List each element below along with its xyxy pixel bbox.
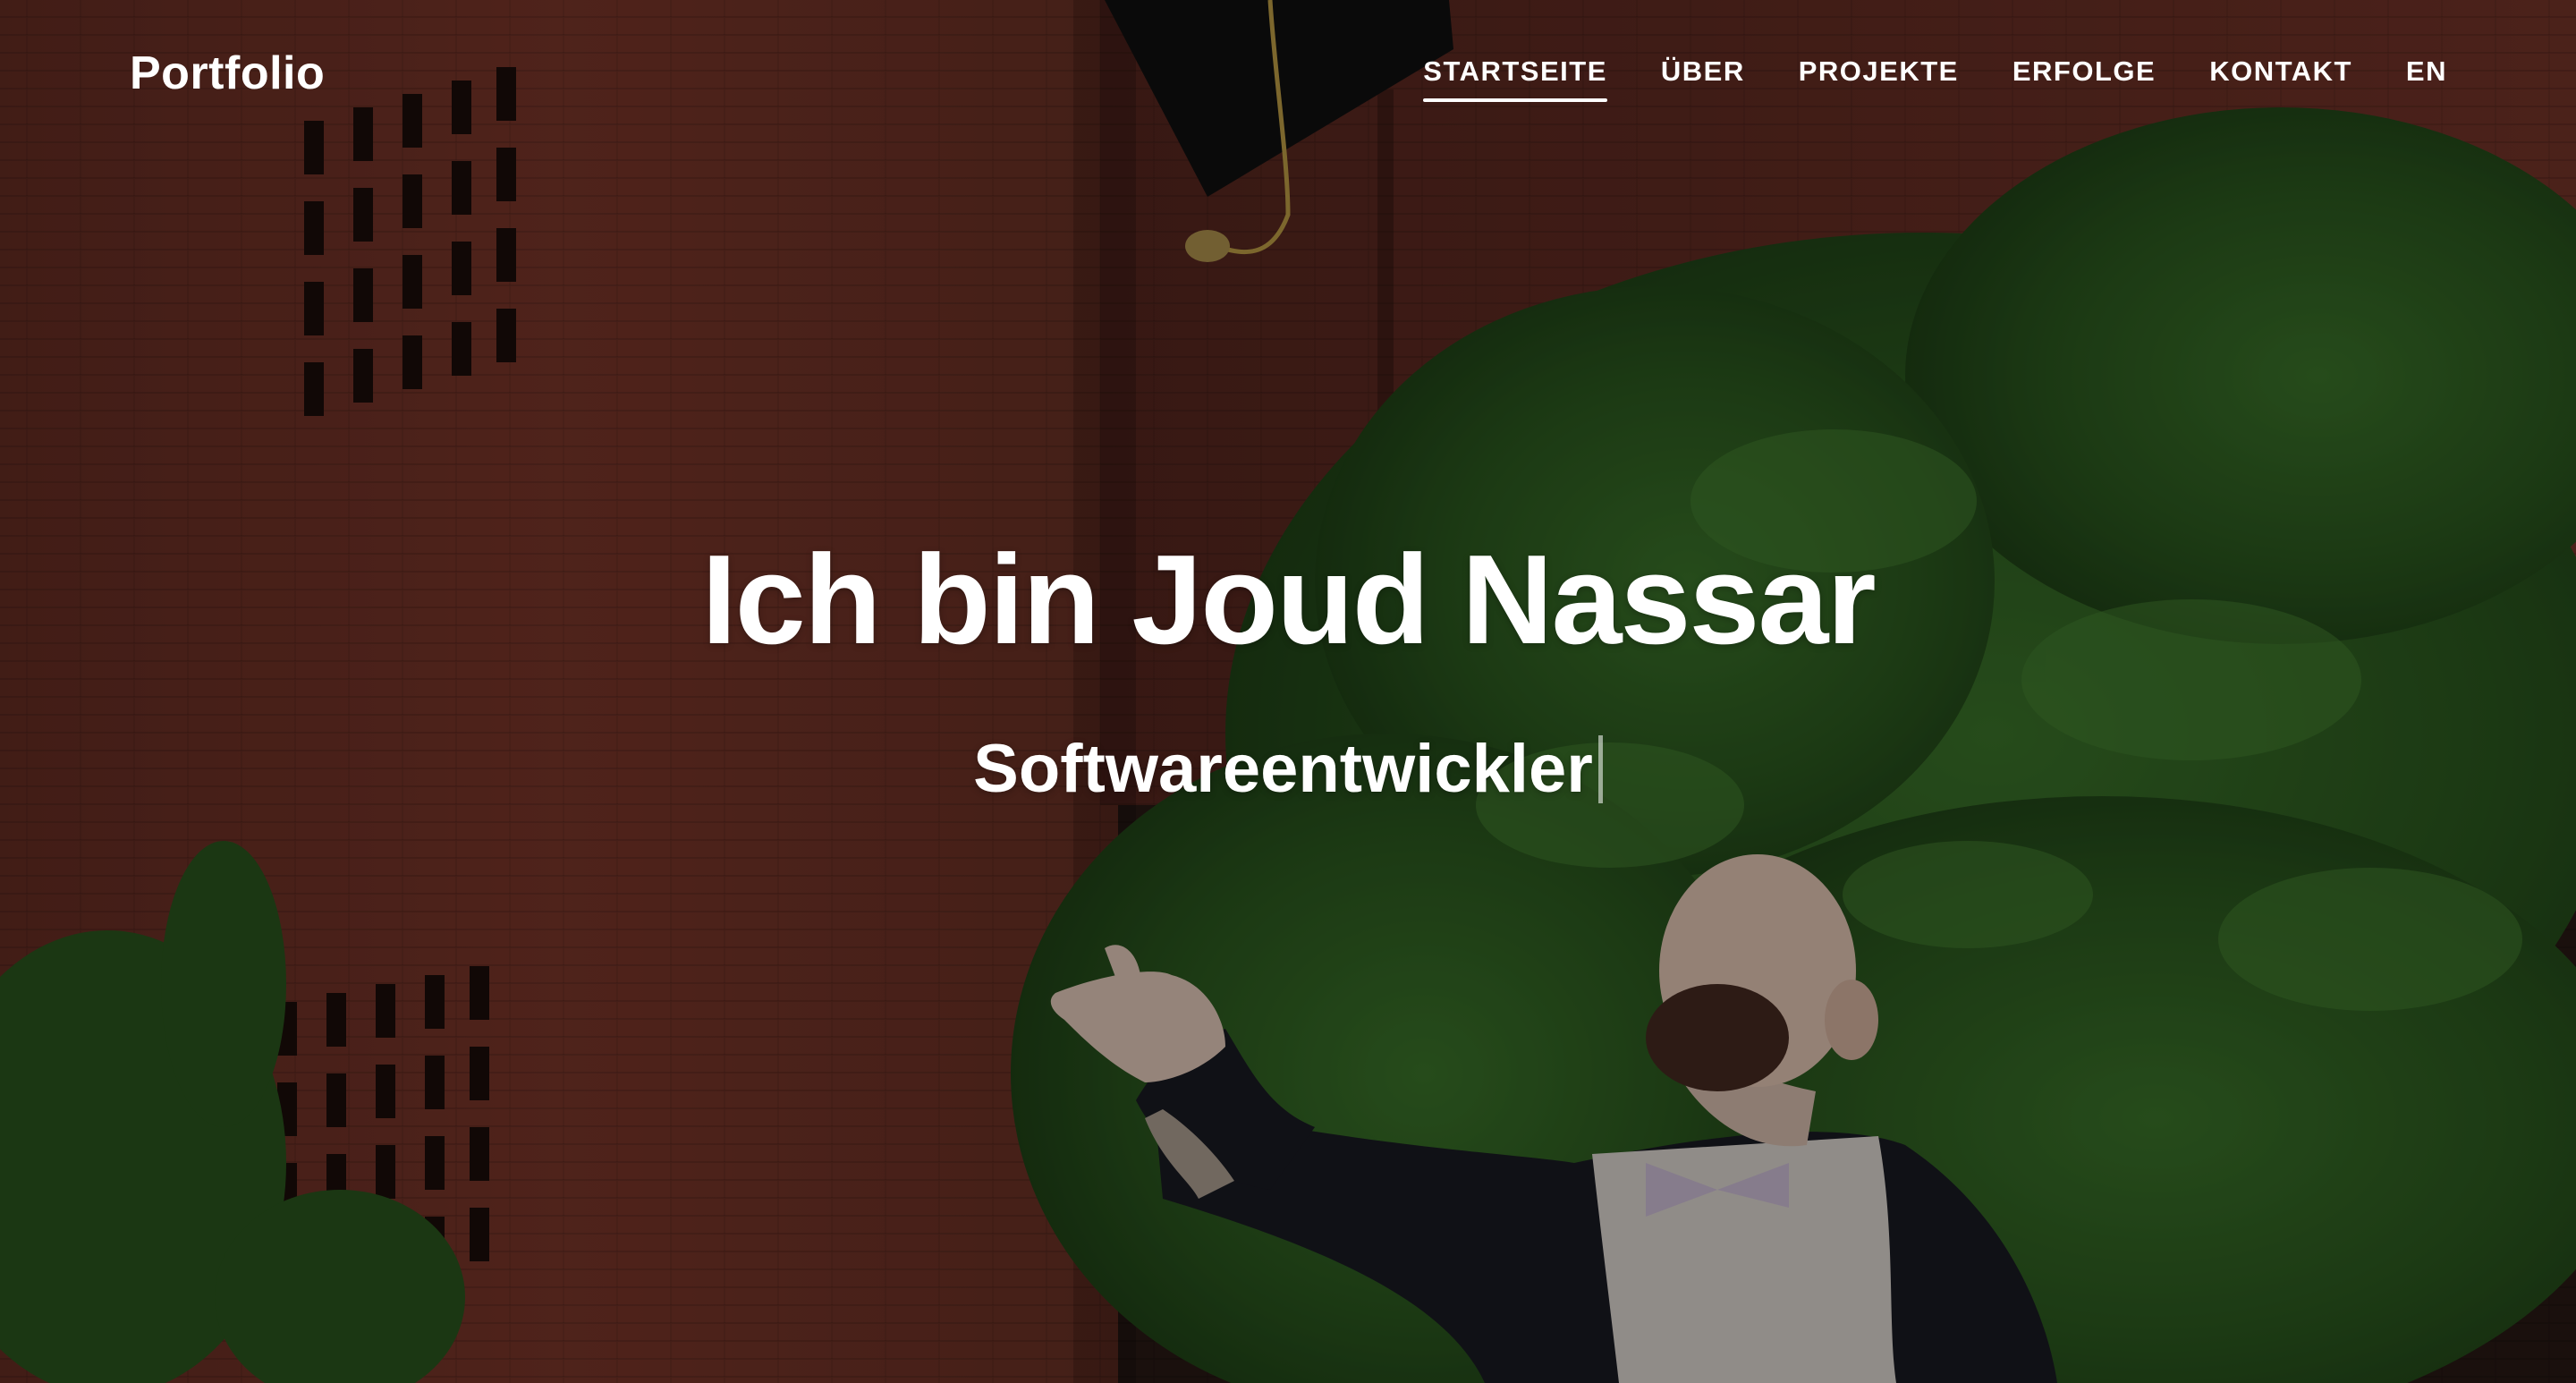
typing-caret — [1597, 735, 1603, 803]
brand-logo[interactable]: Portfolio — [130, 47, 325, 100]
nav-item-kontakt[interactable]: KONTAKT — [2209, 55, 2352, 102]
hero-subtitle: Softwareentwickler — [973, 731, 1593, 807]
hero-content: Ich bin Joud Nassar Softwareentwickler — [0, 537, 2576, 803]
nav-item-erfolge[interactable]: ERFOLGE — [2012, 55, 2156, 102]
hero-subtitle-wrapper: Softwareentwickler — [973, 735, 1603, 803]
nav-item-ueber[interactable]: ÜBER — [1661, 55, 1745, 102]
hero-section: Portfolio STARTSEITE ÜBER PROJEKTE ERFOL… — [0, 0, 2576, 1383]
hero-title: Ich bin Joud Nassar — [701, 529, 1876, 671]
language-toggle[interactable]: EN — [2406, 55, 2447, 102]
nav-item-projekte[interactable]: PROJEKTE — [1799, 55, 1959, 102]
nav-item-startseite[interactable]: STARTSEITE — [1423, 55, 1607, 102]
main-navigation: STARTSEITE ÜBER PROJEKTE ERFOLGE KONTAKT… — [1423, 55, 2447, 102]
